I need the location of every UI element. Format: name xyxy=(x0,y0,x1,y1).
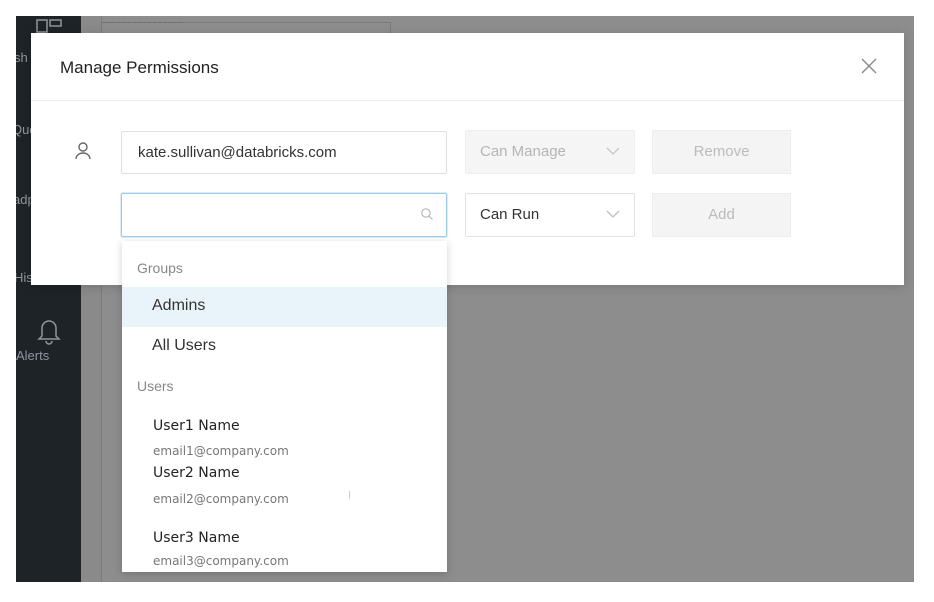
bell-icon xyxy=(36,320,61,345)
user-name: User1 Name xyxy=(153,418,240,434)
add-button[interactable]: Add xyxy=(652,193,791,237)
permission-select-value: Can Run xyxy=(480,206,540,223)
sidebar-item-label: sh xyxy=(16,50,28,65)
user-name: User3 Name xyxy=(153,530,240,546)
dialog-title: Manage Permissions xyxy=(60,58,219,77)
user-email: email2@company.com xyxy=(153,492,289,506)
dropdown-option-group[interactable]: Admins xyxy=(122,287,447,327)
users-header: Users xyxy=(137,378,174,394)
search-icon xyxy=(421,208,433,220)
search-results-dropdown: Groups Admins All Users Users User1 Name… xyxy=(122,241,447,572)
user-icon xyxy=(75,142,91,160)
user-email: email3@company.com xyxy=(153,554,289,568)
user-name: User2 Name xyxy=(153,465,240,481)
user-email: email1@company.com xyxy=(153,444,289,458)
chevron-down-icon xyxy=(606,147,620,155)
sidebar-item-label: Alerts xyxy=(16,348,50,363)
sidebar-item-alerts[interactable]: Alerts xyxy=(16,316,81,363)
remove-button[interactable]: Remove xyxy=(652,130,791,174)
groups-header: Groups xyxy=(137,260,183,276)
dialog-header: Manage Permissions xyxy=(31,33,904,101)
user-email-field: kate.sullivan@databricks.com xyxy=(121,131,447,174)
permission-select-value: Can Manage xyxy=(480,143,566,160)
close-icon[interactable] xyxy=(860,57,878,75)
user-search-input[interactable] xyxy=(121,193,447,237)
permission-select-existing[interactable]: Can Manage xyxy=(465,130,635,174)
divider xyxy=(349,491,350,499)
permission-select-new[interactable]: Can Run xyxy=(465,193,635,237)
dropdown-option-group[interactable]: All Users xyxy=(122,327,447,367)
chevron-down-icon xyxy=(606,210,620,218)
